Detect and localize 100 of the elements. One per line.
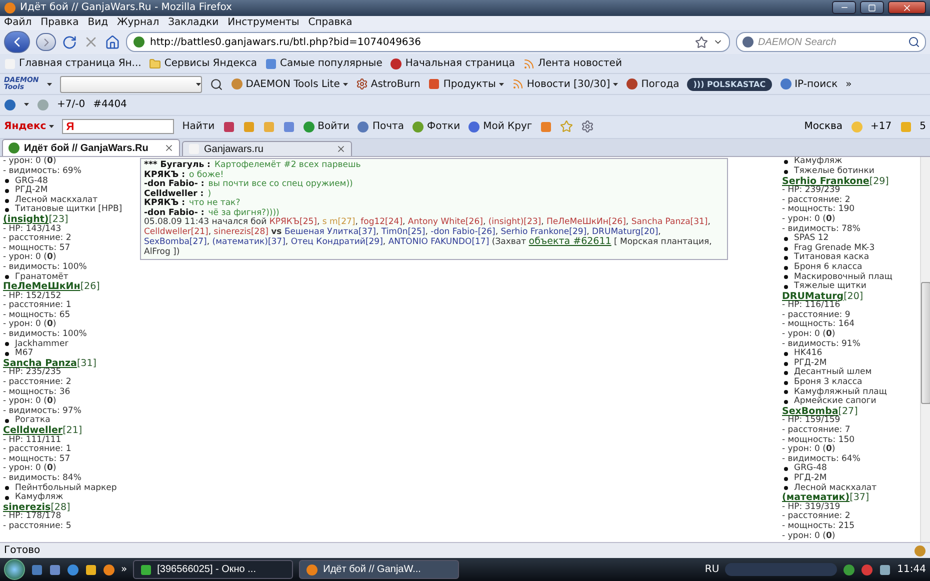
chat-author: КРЯКЪ : xyxy=(144,170,186,180)
fighter-stat: - видимость: 84% xyxy=(3,474,82,484)
bullet-icon xyxy=(5,208,9,212)
forward-button[interactable] xyxy=(36,33,56,52)
scrollbar[interactable] xyxy=(920,157,930,542)
chat-message: чё за фигня?)))) xyxy=(208,208,280,218)
toolbar-button[interactable]: DAEMON Tools Lite xyxy=(230,78,348,90)
toolbar-button[interactable]: Погода xyxy=(626,78,680,90)
menu-item[interactable]: Справка xyxy=(308,17,352,28)
bullet-icon xyxy=(784,486,788,490)
fighter-stat: - мощность: 164 xyxy=(782,320,856,330)
fighter-stat: - видимость: 69% xyxy=(3,166,82,176)
fighter-stat: - мощность: 150 xyxy=(782,436,856,445)
language-indicator[interactable]: RU xyxy=(704,564,720,576)
bullet-icon xyxy=(784,400,788,404)
fighter-item: Jackhammer xyxy=(15,340,68,349)
fighter-item: Броня 6 класса xyxy=(794,262,862,272)
fighter-item: GRG-48 xyxy=(15,176,48,186)
fighter-name-link[interactable]: (математик) xyxy=(782,493,850,503)
fighter-item: M67 xyxy=(15,349,34,358)
toolbar-button[interactable]: Фотки xyxy=(412,120,460,133)
bullet-icon xyxy=(784,170,788,174)
fighter-item: GRG-48 xyxy=(794,464,827,474)
address-field[interactable]: http://battles0.ganjawars.ru/btl.php?bid=1074049636 xyxy=(150,36,690,48)
search-field[interactable]: DAEMON Search xyxy=(758,36,904,48)
fighter-name-link[interactable]: Serhio Frankone xyxy=(782,176,870,186)
fighter-name-link[interactable]: sinerezis xyxy=(3,502,51,512)
bullet-icon xyxy=(784,476,788,481)
search-icon[interactable] xyxy=(908,36,920,48)
toolbar-button[interactable]: AstroBurn xyxy=(356,78,420,90)
toolbar-button[interactable]: Войти xyxy=(302,120,350,133)
fighter-name-link[interactable]: ПеЛеМеШкИн xyxy=(3,282,80,292)
brand-menu[interactable]: Яндекс xyxy=(4,121,54,132)
fighter-stat: - мощность: 215 xyxy=(782,522,856,532)
browser-tab[interactable]: Идёт бой // GanjaWars.Ru xyxy=(2,139,180,156)
more-button[interactable]: » xyxy=(846,78,852,90)
fighter-stat: - мощность: 36 xyxy=(3,388,72,397)
fighter-name-link[interactable]: (insight) xyxy=(3,214,49,225)
bookmark-item[interactable]: Главная страница Ян... xyxy=(4,58,142,70)
chat-author: -don Fabio- : xyxy=(144,208,204,218)
star-icon[interactable] xyxy=(560,120,574,134)
fighter-item: Лесной маскхалат xyxy=(794,484,877,493)
back-button[interactable] xyxy=(4,31,30,54)
taskbar-button[interactable]: Идёт бой // GanjaW... xyxy=(299,560,460,580)
search-icon[interactable] xyxy=(210,78,223,91)
maximize-button[interactable] xyxy=(860,1,884,14)
address-bar[interactable]: http://battles0.ganjawars.ru/btl.php?bid=1074049636 xyxy=(126,32,730,52)
bullet-icon xyxy=(784,284,788,289)
close-icon[interactable] xyxy=(164,143,174,154)
minimize-button[interactable] xyxy=(832,1,856,14)
fighter-name-link[interactable]: SexBomba xyxy=(782,406,838,416)
taskbar-button[interactable]: [396566025] - Окно ... xyxy=(133,560,294,580)
settings-icon[interactable] xyxy=(581,120,594,134)
start-button[interactable] xyxy=(4,559,25,580)
bookmark-item[interactable]: Начальная страница xyxy=(390,58,515,70)
bullet-icon xyxy=(784,390,788,394)
menu-item[interactable]: Правка xyxy=(40,17,79,28)
browser-tab[interactable]: Ganjawars.ru xyxy=(182,141,352,156)
object-link[interactable]: объекта #62611 xyxy=(528,236,612,248)
close-icon[interactable] xyxy=(336,144,346,154)
search-field[interactable]: Я xyxy=(62,119,174,134)
more-button[interactable]: » xyxy=(121,564,128,576)
fighter-name-link[interactable]: Celldweller xyxy=(3,426,63,436)
menu-item[interactable]: Журнал xyxy=(116,17,160,28)
menu-item[interactable]: Закладки xyxy=(168,17,219,28)
toolbar-button[interactable]: Продукты xyxy=(428,78,504,90)
menu-item[interactable]: Инструменты xyxy=(228,17,300,28)
chat-message: о боже! xyxy=(189,170,224,180)
fighter-name-link[interactable]: Sancha Panza xyxy=(3,358,77,368)
toolbar-button[interactable]: Почта xyxy=(357,120,404,133)
fighter-stat: - мощность: 65 xyxy=(3,310,72,320)
menu-item[interactable]: Вид xyxy=(88,17,108,28)
find-button[interactable]: Найти xyxy=(182,121,215,132)
home-button[interactable] xyxy=(105,34,120,50)
reload-button[interactable] xyxy=(62,34,77,50)
bookmark-item[interactable]: Сервисы Яндекса xyxy=(149,58,258,70)
fighter-stat: - урон: 0 (0) xyxy=(782,532,836,542)
chat-author: -don Fabio- : xyxy=(144,180,204,190)
fighter-stat: - видимость: 100% xyxy=(3,262,88,272)
fighter-item: Камуфляж xyxy=(794,157,842,166)
toolbar-counter: #4404 xyxy=(93,99,127,110)
bullet-icon xyxy=(5,496,9,500)
search-bar[interactable]: DAEMON Search xyxy=(736,32,926,52)
menu-item[interactable]: Файл xyxy=(4,17,32,28)
fighter-stat: - урон: 0 (0) xyxy=(782,445,836,455)
star-icon[interactable] xyxy=(695,36,708,49)
toolbar-button[interactable]: Новости [30/30] xyxy=(512,78,618,90)
fighter-stat: - расстояние: 7 xyxy=(782,426,852,436)
close-button[interactable] xyxy=(888,1,926,14)
bookmark-item[interactable]: Лента новостей xyxy=(522,58,622,70)
fighter-name-link[interactable]: DRUMaturg xyxy=(782,292,844,302)
radio-player[interactable]: ))) POLSKASTAC xyxy=(687,78,772,91)
toolbar-button[interactable]: IP-поиск xyxy=(780,78,838,90)
toolbar-button[interactable]: Мой Круг xyxy=(468,120,532,133)
bookmark-item[interactable]: Самые популярные xyxy=(265,58,382,70)
fighter-item: Десантный шлем xyxy=(794,368,872,378)
fighter-stat: - урон: 0 (0) xyxy=(3,464,58,474)
close-icon xyxy=(902,2,912,13)
toolbar-combo-box[interactable] xyxy=(60,76,202,93)
fighter-level: [31] xyxy=(76,358,96,368)
